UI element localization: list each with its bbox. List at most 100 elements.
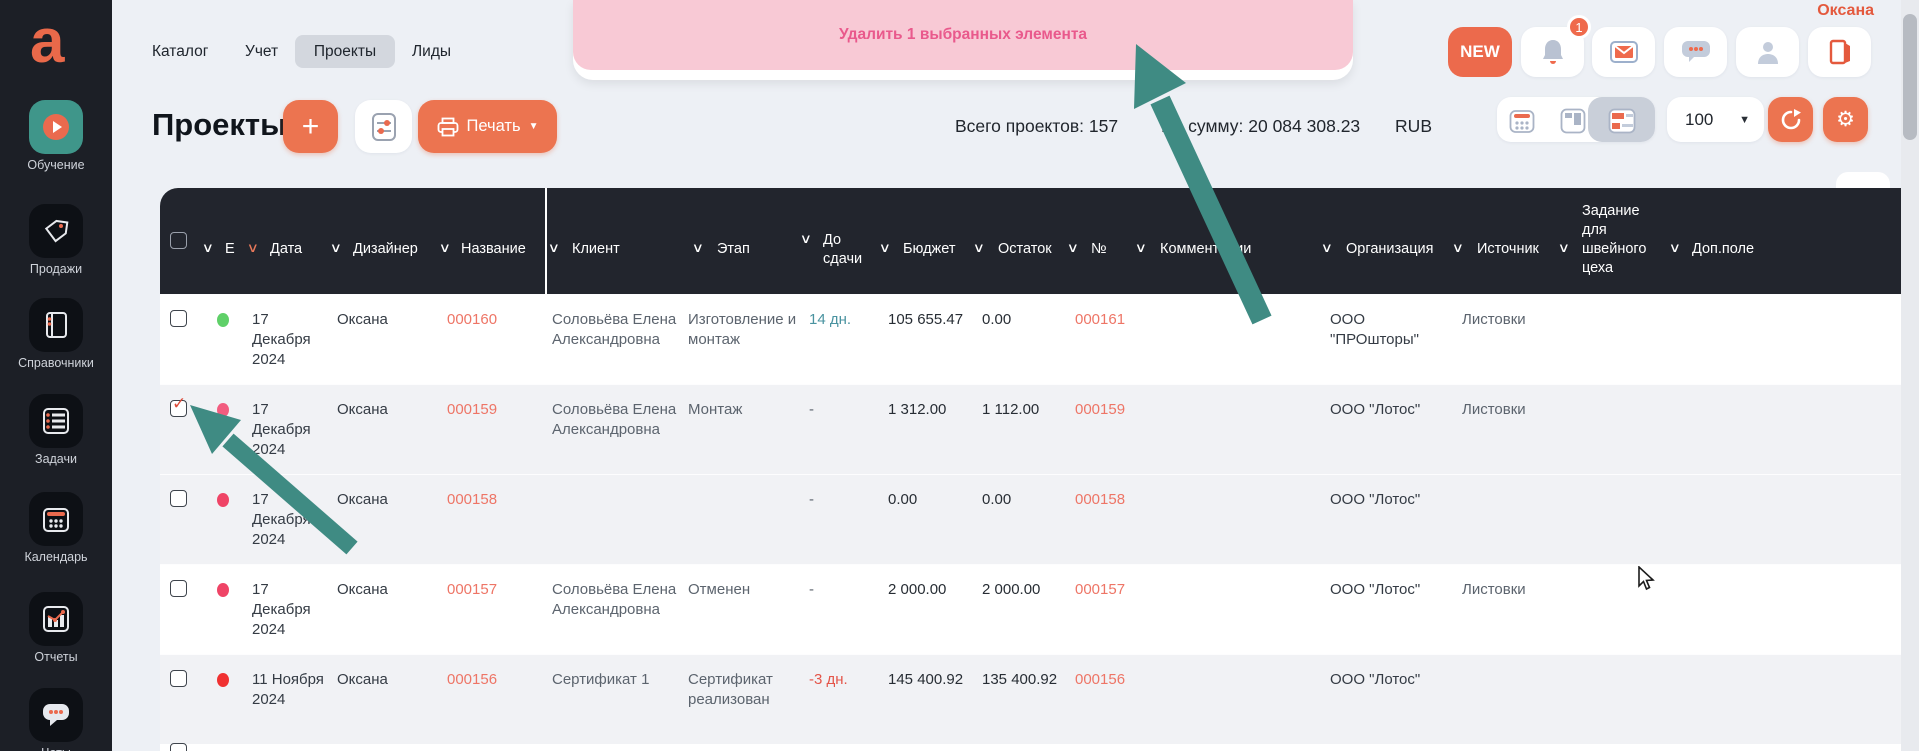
status-dot[interactable]: [217, 403, 229, 417]
sidebar-item-1[interactable]: Обучение: [0, 100, 112, 172]
nav-uchet[interactable]: Учет: [245, 35, 278, 68]
cell-due: -: [809, 401, 814, 418]
row-checkbox[interactable]: [170, 580, 187, 597]
cell-org: ООО "ПРОшторы": [1330, 311, 1419, 348]
sort-chevron-icon[interactable]: ∨: [692, 240, 704, 256]
sidebar-item-2[interactable]: Продажи: [0, 204, 112, 276]
page-size-caret-icon: ▼: [1739, 113, 1750, 126]
cell-name[interactable]: 000160: [447, 310, 542, 330]
column-header-1[interactable]: Е: [225, 240, 245, 259]
sort-chevron-icon[interactable]: ∨: [1135, 240, 1147, 256]
nav-katalog[interactable]: Каталог: [152, 35, 208, 68]
column-header-11[interactable]: Комментарии: [1160, 240, 1270, 259]
filter-settings-button[interactable]: [355, 100, 412, 153]
sidebar-item-5[interactable]: Календарь: [0, 492, 112, 564]
column-header-15[interactable]: Доп.поле: [1692, 240, 1772, 259]
sort-chevron-icon[interactable]: ∨: [1669, 240, 1681, 256]
sort-chevron-icon[interactable]: ∨: [247, 240, 259, 256]
row-checkbox[interactable]: [170, 670, 187, 687]
settings-button[interactable]: ⚙: [1823, 97, 1868, 142]
cell-num[interactable]: 000158: [1075, 490, 1145, 510]
row-checkbox[interactable]: [170, 310, 187, 327]
sort-chevron-icon[interactable]: ∨: [548, 240, 560, 256]
total-sum-label: На сумму:: [1160, 116, 1244, 136]
table-row[interactable]: 17 Декабря 2024 Оксана 000160 Соловьёва Еле…: [160, 294, 1919, 384]
cell-due: -3 дн.: [809, 671, 848, 688]
column-header-9[interactable]: Остаток: [998, 240, 1068, 259]
column-header-6[interactable]: Этап: [717, 240, 777, 259]
cell-org: ООО "Лотос": [1330, 671, 1421, 688]
cell-name[interactable]: 000156: [447, 670, 542, 690]
sidebar-item-6[interactable]: Отчеты: [0, 592, 112, 664]
cell-client: Соловьёва Елена Александровна: [552, 581, 677, 618]
app-logo[interactable]: a: [30, 11, 86, 73]
page-size-select[interactable]: 100 ▼: [1667, 97, 1764, 142]
sort-chevron-icon[interactable]: ∨: [330, 240, 342, 256]
sort-chevron-icon[interactable]: ∨: [202, 240, 214, 256]
view-calendar-button[interactable]: [1509, 108, 1535, 139]
view-kanban-button[interactable]: [1560, 108, 1586, 139]
column-header-10[interactable]: №: [1091, 240, 1131, 259]
cell-num[interactable]: 000157: [1075, 580, 1145, 600]
new-button[interactable]: NEW: [1448, 27, 1512, 77]
refresh-button[interactable]: [1768, 97, 1813, 142]
column-header-13[interactable]: Источник: [1477, 240, 1567, 259]
column-header-5[interactable]: Клиент: [572, 240, 652, 259]
row-checkbox[interactable]: [170, 490, 187, 507]
sidebar-item-3[interactable]: Справочники: [0, 298, 112, 370]
column-header-4[interactable]: Название: [461, 240, 551, 259]
messages-button[interactable]: [1664, 27, 1727, 77]
column-header-7[interactable]: До сдачи: [823, 231, 875, 269]
column-header-3[interactable]: Дизайнер: [353, 240, 443, 259]
add-project-button[interactable]: +: [283, 100, 338, 153]
sidebar-item-4[interactable]: Задачи: [0, 394, 112, 466]
sort-chevron-icon[interactable]: ∨: [1452, 240, 1464, 256]
profile-button[interactable]: [1736, 27, 1799, 77]
sort-chevron-icon[interactable]: ∨: [800, 231, 812, 247]
status-dot[interactable]: [217, 583, 229, 597]
total-projects-value: 157: [1088, 116, 1119, 136]
table-row[interactable]: ✓ 17 Декабря 2024 Оксана 000159 Соловьёва Ел…: [160, 384, 1919, 474]
table-row[interactable]: 11 Ноября 2024 Оксана 000156 Сертификат 1 Се…: [160, 654, 1919, 744]
select-all-checkbox[interactable]: [170, 232, 187, 249]
mail-button[interactable]: [1592, 27, 1655, 77]
table-row[interactable]: 17 Декабря 2024 Оксана 000158 - 0.00 0.00 0001…: [160, 474, 1919, 564]
sidebar-item-label: Календарь: [24, 550, 88, 564]
status-dot[interactable]: [217, 673, 229, 687]
current-user-name[interactable]: Оксана: [1760, 2, 1874, 20]
print-button[interactable]: Печать ▼: [418, 100, 557, 153]
view-list-button[interactable]: [1608, 108, 1636, 139]
sort-chevron-icon[interactable]: ∨: [439, 240, 451, 256]
cell-source: Листовки: [1462, 311, 1526, 328]
cell-name[interactable]: 000157: [447, 580, 542, 600]
gear-icon: ⚙: [1836, 108, 1855, 131]
cell-num[interactable]: 000156: [1075, 670, 1145, 690]
sort-chevron-icon[interactable]: ∨: [1321, 240, 1333, 256]
row-checkbox[interactable]: [170, 743, 187, 751]
column-header-8[interactable]: Бюджет: [903, 240, 973, 259]
nav-proekty-active[interactable]: Проекты: [295, 35, 395, 68]
status-dot[interactable]: [217, 493, 229, 507]
status-dot[interactable]: [217, 313, 229, 327]
cell-num[interactable]: 000161: [1075, 310, 1145, 330]
envelope-icon: [1609, 41, 1638, 63]
table-row[interactable]: 17 Декабря 2024 Оксана 000157 Соловьёва Еле…: [160, 564, 1919, 654]
sort-chevron-icon[interactable]: ∨: [973, 240, 985, 256]
column-header-14[interactable]: Задание для швейного цеха: [1582, 202, 1660, 278]
sort-chevron-icon[interactable]: ∨: [879, 240, 891, 256]
cell-num[interactable]: 000159: [1075, 400, 1145, 420]
page-title: Проекты: [152, 107, 287, 142]
delete-selected-banner[interactable]: Удалить 1 выбранных элемента: [573, 0, 1353, 70]
sidebar-item-7[interactable]: Чаты: [0, 688, 112, 751]
cell-name[interactable]: 000158: [447, 490, 542, 510]
sidebar: a Обучение Продажи Справочники Задачи Календ…: [0, 0, 112, 751]
cell-name[interactable]: 000159: [447, 400, 542, 420]
sort-chevron-icon[interactable]: ∨: [1558, 240, 1570, 256]
cell-date: 17 Декабря 2024: [252, 491, 311, 548]
scrollbar-thumb[interactable]: [1903, 14, 1917, 140]
row-checkbox[interactable]: ✓: [170, 394, 187, 417]
nav-lidy[interactable]: Лиды: [412, 35, 451, 68]
sort-chevron-icon[interactable]: ∨: [1067, 240, 1079, 256]
column-header-12[interactable]: Организация: [1346, 240, 1456, 259]
logout-button[interactable]: [1808, 27, 1871, 77]
